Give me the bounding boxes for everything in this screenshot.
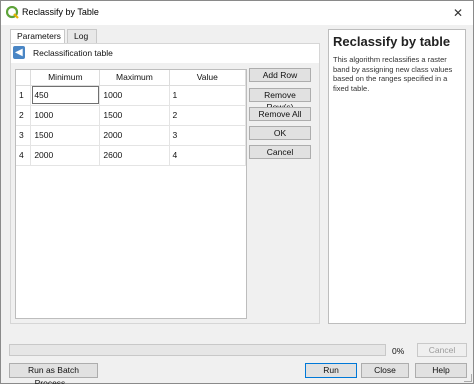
corner-cell (16, 70, 32, 86)
table-row: 3 1500 2000 3 (16, 125, 246, 146)
close-button[interactable]: Close (361, 363, 409, 378)
help-description: This algorithm reclassifies a raster ban… (333, 55, 453, 93)
column-header-maximum[interactable]: Maximum (99, 70, 170, 86)
column-header-minimum[interactable]: Minimum (30, 70, 101, 86)
row-number[interactable]: 3 (16, 125, 32, 146)
row-number[interactable]: 4 (16, 145, 32, 166)
help-button[interactable]: Help (415, 363, 467, 378)
title-bar: Reclassify by Table ✕ (1, 1, 473, 25)
table-row: 4 2000 2600 4 (16, 145, 246, 166)
progress-percent: 0% (392, 346, 405, 356)
table-row: 1 450 1000 1 (16, 85, 246, 106)
cell-minimum[interactable]: 1000 (30, 105, 101, 126)
window-title: Reclassify by Table (22, 7, 99, 17)
dialog-window: Reclassify by Table ✕ Parameters Log ◀ R… (0, 0, 474, 384)
cell-value[interactable]: 2 (169, 105, 246, 126)
cell-value[interactable]: 1 (169, 85, 246, 106)
cell-maximum[interactable]: 1500 (99, 105, 170, 126)
cell-value[interactable]: 4 (169, 145, 246, 166)
remove-all-button[interactable]: Remove All (249, 107, 311, 121)
remove-rows-button[interactable]: Remove Row(s) (249, 88, 311, 112)
progress-bar (9, 344, 386, 356)
table-row: 2 1000 1500 2 (16, 105, 246, 126)
row-number[interactable]: 1 (16, 85, 32, 106)
close-icon[interactable]: ✕ (449, 4, 467, 22)
cancel-button[interactable]: Cancel (249, 145, 311, 159)
cancel-progress-button[interactable]: Cancel (417, 343, 467, 357)
cell-minimum[interactable]: 1500 (30, 125, 101, 146)
cell-minimum[interactable]: 2000 (30, 145, 101, 166)
cell-maximum[interactable]: 2600 (99, 145, 170, 166)
back-arrow-icon: ◀ (15, 47, 23, 58)
tab-log[interactable]: Log (67, 29, 97, 43)
run-batch-button[interactable]: Run as Batch Process... (9, 363, 98, 384)
cell-value[interactable]: 3 (169, 125, 246, 146)
help-panel: Reclassify by table This algorithm recla… (328, 29, 466, 324)
cell-maximum[interactable]: 2000 (99, 125, 170, 146)
tab-parameters[interactable]: Parameters (10, 29, 65, 44)
ok-button[interactable]: OK (249, 126, 311, 140)
run-button[interactable]: Run (305, 363, 357, 378)
row-number[interactable]: 2 (16, 105, 32, 126)
column-header-value[interactable]: Value (169, 70, 246, 86)
reclass-table: Minimum Maximum Value 1 450 1000 1 2 100… (15, 69, 247, 319)
add-row-button[interactable]: Add Row (249, 68, 311, 82)
qgis-logo-icon (6, 6, 19, 19)
resize-grip[interactable] (464, 374, 472, 382)
help-title: Reclassify by table (333, 34, 451, 49)
parameters-panel: ◀ Reclassification table Minimum Maximum… (10, 43, 320, 324)
cell-minimum[interactable]: 450 (30, 85, 101, 106)
back-button[interactable]: ◀ (13, 46, 25, 59)
table-header-row: Minimum Maximum Value (16, 70, 246, 86)
cell-maximum[interactable]: 1000 (99, 85, 170, 106)
section-label: Reclassification table (33, 48, 113, 58)
